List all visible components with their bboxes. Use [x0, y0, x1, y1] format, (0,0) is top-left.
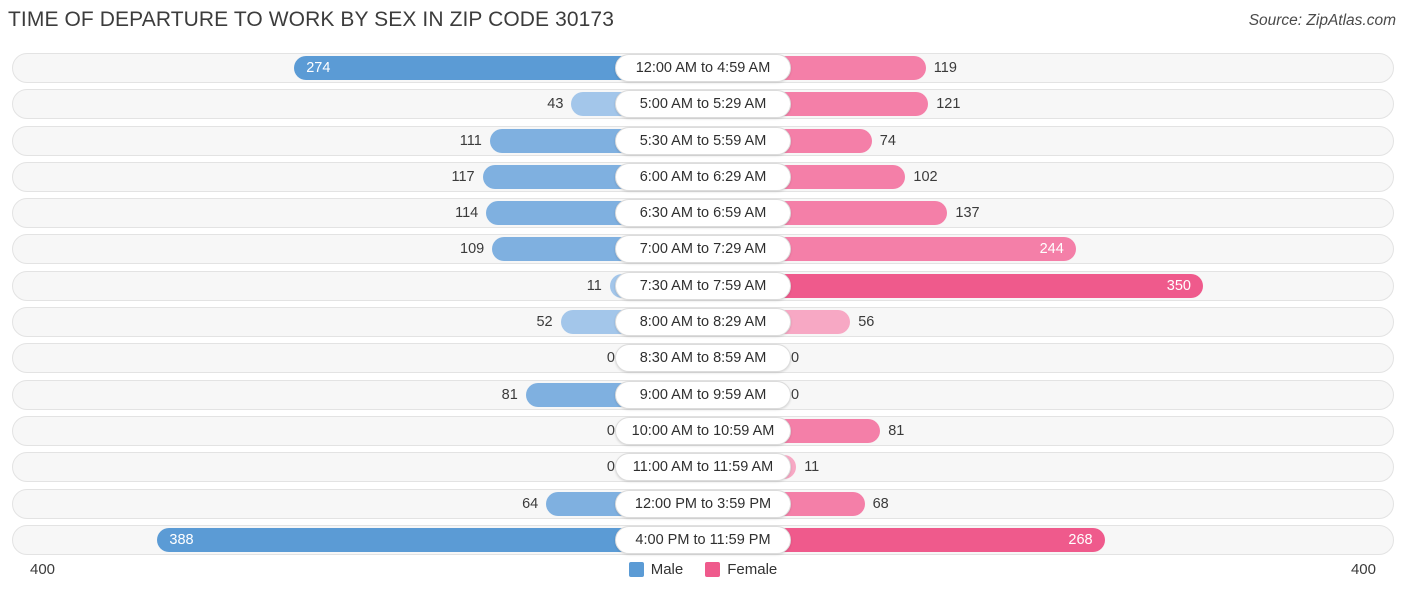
- chart-row: 81 0 9:00 AM to 9:59 AM: [0, 377, 1406, 413]
- category-label: 8:30 AM to 8:59 AM: [615, 344, 791, 373]
- chart-row: 64 68 12:00 PM to 3:59 PM: [0, 486, 1406, 522]
- legend-item-female[interactable]: Female: [705, 561, 777, 578]
- male-bar-value: 117: [451, 168, 475, 185]
- male-bar-value: 0: [606, 422, 615, 439]
- category-label: 5:00 AM to 5:29 AM: [615, 90, 791, 119]
- category-label: 8:00 AM to 8:29 AM: [615, 308, 791, 337]
- male-bar-value: 0: [606, 459, 615, 476]
- category-label: 11:00 AM to 11:59 AM: [615, 453, 791, 482]
- chart-row: 274 119 12:00 AM to 4:59 AM: [0, 50, 1406, 86]
- female-bar-value: 0: [791, 386, 800, 403]
- female-bar-value: 81: [888, 422, 905, 439]
- male-bar-value: 11: [586, 277, 602, 294]
- female-bar-value: 137: [955, 204, 980, 221]
- source-attribution: Source: ZipAtlas.com: [1248, 12, 1396, 29]
- male-bar-value: 388: [169, 531, 194, 548]
- chart-row: 109 244 7:00 AM to 7:29 AM: [0, 231, 1406, 267]
- category-label: 6:30 AM to 6:59 AM: [615, 199, 791, 228]
- category-label: 5:30 AM to 5:59 AM: [615, 126, 791, 155]
- chart-row: 11 350 7:30 AM to 7:59 AM: [0, 268, 1406, 304]
- female-bar-value: 102: [913, 168, 938, 185]
- legend-label: Female: [727, 561, 778, 578]
- category-label: 7:30 AM to 7:59 AM: [615, 271, 791, 300]
- female-bar-value: 68: [872, 495, 889, 512]
- male-bar-value: 111: [459, 132, 482, 149]
- legend-label: Male: [650, 561, 684, 578]
- male-bar-value: 64: [522, 495, 539, 512]
- female-bar-value: 0: [791, 350, 800, 367]
- chart-row: 111 74 5:30 AM to 5:59 AM: [0, 123, 1406, 159]
- male-bar-value: 52: [536, 313, 553, 330]
- category-label: 12:00 AM to 4:59 AM: [615, 54, 791, 82]
- legend-item-male[interactable]: Male: [628, 561, 684, 578]
- male-bar-value: 43: [547, 96, 564, 113]
- chart-row: 52 56 8:00 AM to 8:29 AM: [0, 304, 1406, 340]
- category-label: 9:00 AM to 9:59 AM: [615, 380, 791, 409]
- legend-swatch-icon: [628, 562, 644, 577]
- chart-row: 117 102 6:00 AM to 6:29 AM: [0, 159, 1406, 195]
- chart-row: 43 121 5:00 AM to 5:29 AM: [0, 86, 1406, 122]
- female-bar-value: 121: [936, 96, 961, 113]
- male-bar-value: 114: [455, 204, 479, 221]
- male-bar-value: 81: [501, 386, 518, 403]
- legend-swatch-icon: [705, 562, 721, 577]
- diverging-bar-chart: 274 119 12:00 AM to 4:59 AM 43 121 5:00 AM to…: [0, 50, 1406, 555]
- page-title: TIME OF DEPARTURE TO WORK BY SEX IN ZIP …: [8, 8, 614, 31]
- female-bar-value: 11: [804, 459, 820, 476]
- female-bar-value: 119: [933, 59, 957, 76]
- chart-legend: Male Female: [0, 561, 1406, 578]
- female-bar-value: 56: [858, 313, 875, 330]
- category-label: 7:00 AM to 7:29 AM: [615, 235, 791, 264]
- male-bar-value: 274: [306, 59, 331, 76]
- category-label: 10:00 AM to 10:59 AM: [615, 416, 791, 445]
- male-bar-value: 109: [460, 241, 485, 258]
- chart-row: 388 268 4:00 PM to 11:59 PM: [0, 522, 1406, 558]
- male-bar-value: 0: [606, 350, 615, 367]
- axis-label-right: 400: [1350, 561, 1376, 578]
- chart-row: 114 137 6:30 AM to 6:59 AM: [0, 195, 1406, 231]
- chart-footer: 400 Male Female 400: [0, 556, 1406, 595]
- female-bar-value: 350: [1166, 277, 1191, 294]
- category-label: 4:00 PM to 11:59 PM: [615, 525, 791, 554]
- chart-row: 0 0 8:30 AM to 8:59 AM: [0, 340, 1406, 376]
- chart-row: 0 11 11:00 AM to 11:59 AM: [0, 449, 1406, 485]
- category-label: 12:00 PM to 3:59 PM: [615, 489, 791, 518]
- chart-row: 0 81 10:00 AM to 10:59 AM: [0, 413, 1406, 449]
- category-label: 6:00 AM to 6:29 AM: [615, 162, 791, 191]
- chart-header: TIME OF DEPARTURE TO WORK BY SEX IN ZIP …: [0, 0, 1406, 44]
- female-bar-value: 268: [1068, 531, 1093, 548]
- female-bar-value: 74: [879, 132, 896, 149]
- female-bar-value: 244: [1039, 241, 1064, 258]
